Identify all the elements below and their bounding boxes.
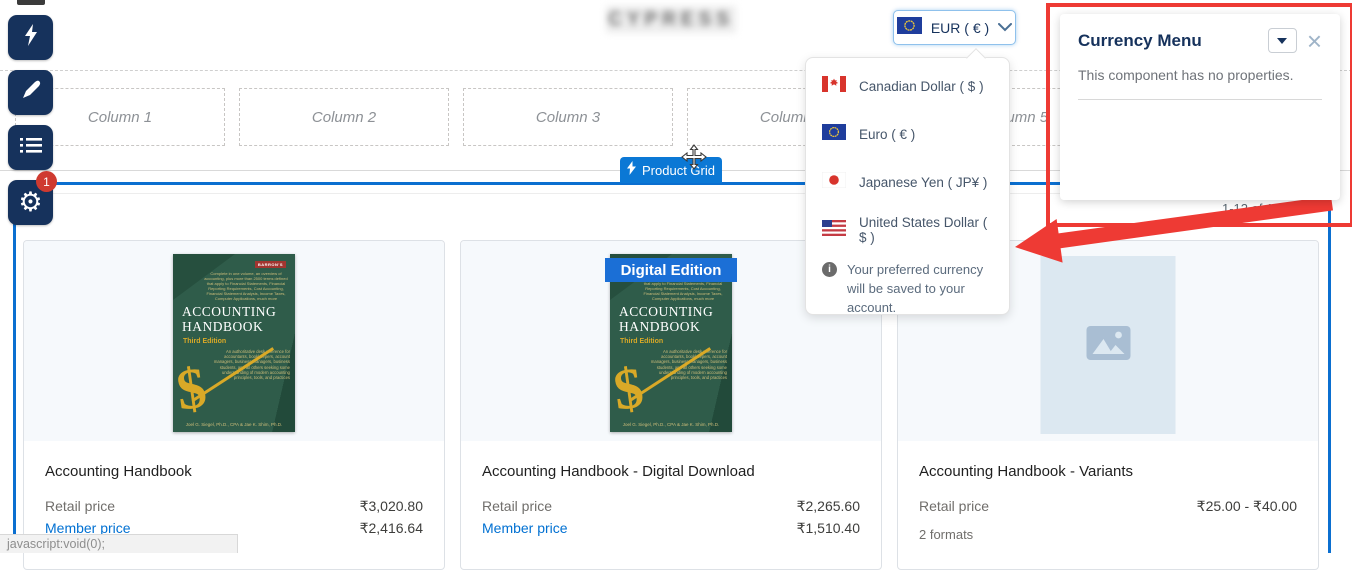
eu-flag-icon: [822, 124, 846, 145]
image-placeholder-icon: [1086, 326, 1130, 365]
panel-collapse-button[interactable]: [1268, 28, 1297, 53]
cover-edition: Third Edition: [620, 338, 663, 345]
image-placeholder: [1041, 256, 1176, 434]
formats-label: 2 formats: [919, 527, 1297, 542]
panel-divider: [1078, 99, 1322, 100]
product-image[interactable]: BARRON'S Complete in one volume, an over…: [24, 241, 444, 441]
publisher-badge: BARRON'S: [255, 261, 286, 268]
product-title: Accounting Handbook - Digital Download: [482, 463, 860, 480]
properties-panel: Currency Menu × This component has no pr…: [1060, 14, 1340, 200]
dollar-sign-art: $: [610, 358, 647, 419]
column-label: Column 2: [312, 109, 376, 126]
japan-flag-icon: [822, 172, 846, 193]
gear-icon: ⚙: [18, 189, 42, 216]
column-placeholder-3[interactable]: Column 3: [463, 88, 673, 146]
lightning-icon: [627, 161, 636, 180]
cover-title: ACCOUNTING HANDBOOK: [182, 304, 287, 334]
currency-option-label: United States Dollar ( $ ): [859, 215, 993, 245]
currency-option-jpy[interactable]: Japanese Yen ( JP¥ ): [806, 158, 1009, 206]
product-card: BARRON'S Complete in one volume, an over…: [23, 240, 445, 570]
cover-blurb-top: Complete in one volume, an overview of a…: [203, 271, 289, 301]
canada-flag-icon: [822, 76, 846, 97]
currency-option-eur[interactable]: Euro ( € ): [806, 110, 1009, 158]
price-value: ₹1,510.40: [797, 520, 860, 537]
list-icon: [20, 137, 42, 159]
price-row: Retail price ₹3,020.80: [45, 498, 423, 515]
sidebar-button-theme[interactable]: [8, 70, 53, 115]
price-label: Retail price: [482, 498, 552, 515]
info-icon: i: [822, 262, 837, 277]
sidebar-button-components[interactable]: [8, 15, 53, 60]
currency-option-label: Canadian Dollar ( $ ): [859, 79, 984, 94]
cover-title: ACCOUNTING HANDBOOK: [619, 304, 724, 334]
selection-border-left: [13, 182, 16, 553]
price-value: ₹25.00 - ₹40.00: [1197, 498, 1297, 515]
panel-close-button[interactable]: ×: [1307, 31, 1322, 51]
dollar-sign-art: $: [173, 358, 210, 419]
price-row: Retail price ₹2,265.60: [482, 498, 860, 515]
pagination-status: 1-12 of 16 items: [1222, 201, 1315, 216]
product-title: Accounting Handbook - Variants: [919, 463, 1297, 480]
price-label: Retail price: [919, 498, 989, 515]
us-flag-icon: [822, 220, 846, 241]
price-row: Retail price ₹25.00 - ₹40.00: [919, 498, 1297, 515]
lightning-icon: [22, 23, 40, 52]
column-placeholder-2[interactable]: Column 2: [239, 88, 449, 146]
column-label: Column 3: [536, 109, 600, 126]
book-cover: BARRON'S Complete in one volume, an over…: [173, 254, 295, 432]
currency-note-text: Your preferred currency will be saved to…: [847, 260, 993, 317]
chevron-down-icon: [998, 19, 1012, 37]
currency-option-label: Euro ( € ): [859, 127, 915, 142]
price-row: Member price ₹1,510.40: [482, 520, 860, 537]
properties-empty-message: This component has no properties.: [1078, 67, 1322, 83]
currency-option-usd[interactable]: United States Dollar ( $ ): [806, 206, 1009, 254]
cover-edition: Third Edition: [183, 338, 226, 345]
price-value: ₹2,265.60: [797, 498, 860, 515]
price-value: ₹3,020.80: [360, 498, 423, 515]
currency-option-label: Japanese Yen ( JP¥ ): [859, 175, 987, 190]
properties-panel-title: Currency Menu: [1078, 31, 1268, 51]
selection-border-right: [1328, 182, 1331, 553]
cover-authors: Joel G. Siegel, Ph.D., CPA & Jae K. Shim…: [173, 422, 295, 427]
digital-edition-banner: Digital Edition: [605, 258, 737, 282]
caret-down-icon: [1277, 38, 1287, 44]
partial-toolbar-icon: [17, 0, 45, 5]
price-label: Retail price: [45, 498, 115, 515]
status-bar: javascript:void(0);: [0, 534, 238, 553]
properties-panel-header: Currency Menu ×: [1078, 28, 1322, 53]
member-price-link[interactable]: Member price: [482, 520, 568, 537]
cover-authors: Joel G. Siegel, Ph.D., CPA & Jae K. Shim…: [610, 422, 732, 427]
currency-label: EUR ( € ): [931, 20, 989, 36]
column-label: Column 1: [88, 109, 152, 126]
eu-flag-icon: [897, 17, 922, 39]
site-logo: CYPRESS: [606, 6, 736, 33]
currency-selector-button[interactable]: EUR ( € ): [893, 10, 1016, 45]
currency-option-cad[interactable]: Canadian Dollar ( $ ): [806, 62, 1009, 110]
notification-badge: 1: [36, 171, 57, 192]
price-value: ₹2,416.64: [360, 520, 423, 537]
sidebar-button-structure[interactable]: [8, 125, 53, 170]
currency-dropdown-menu: Canadian Dollar ( $ ) Euro ( € ) Japanes…: [805, 57, 1010, 315]
currency-note: i Your preferred currency will be saved …: [806, 254, 1009, 317]
product-title: Accounting Handbook: [45, 463, 423, 480]
move-cursor-icon: [681, 144, 707, 175]
brush-icon: [21, 80, 41, 105]
